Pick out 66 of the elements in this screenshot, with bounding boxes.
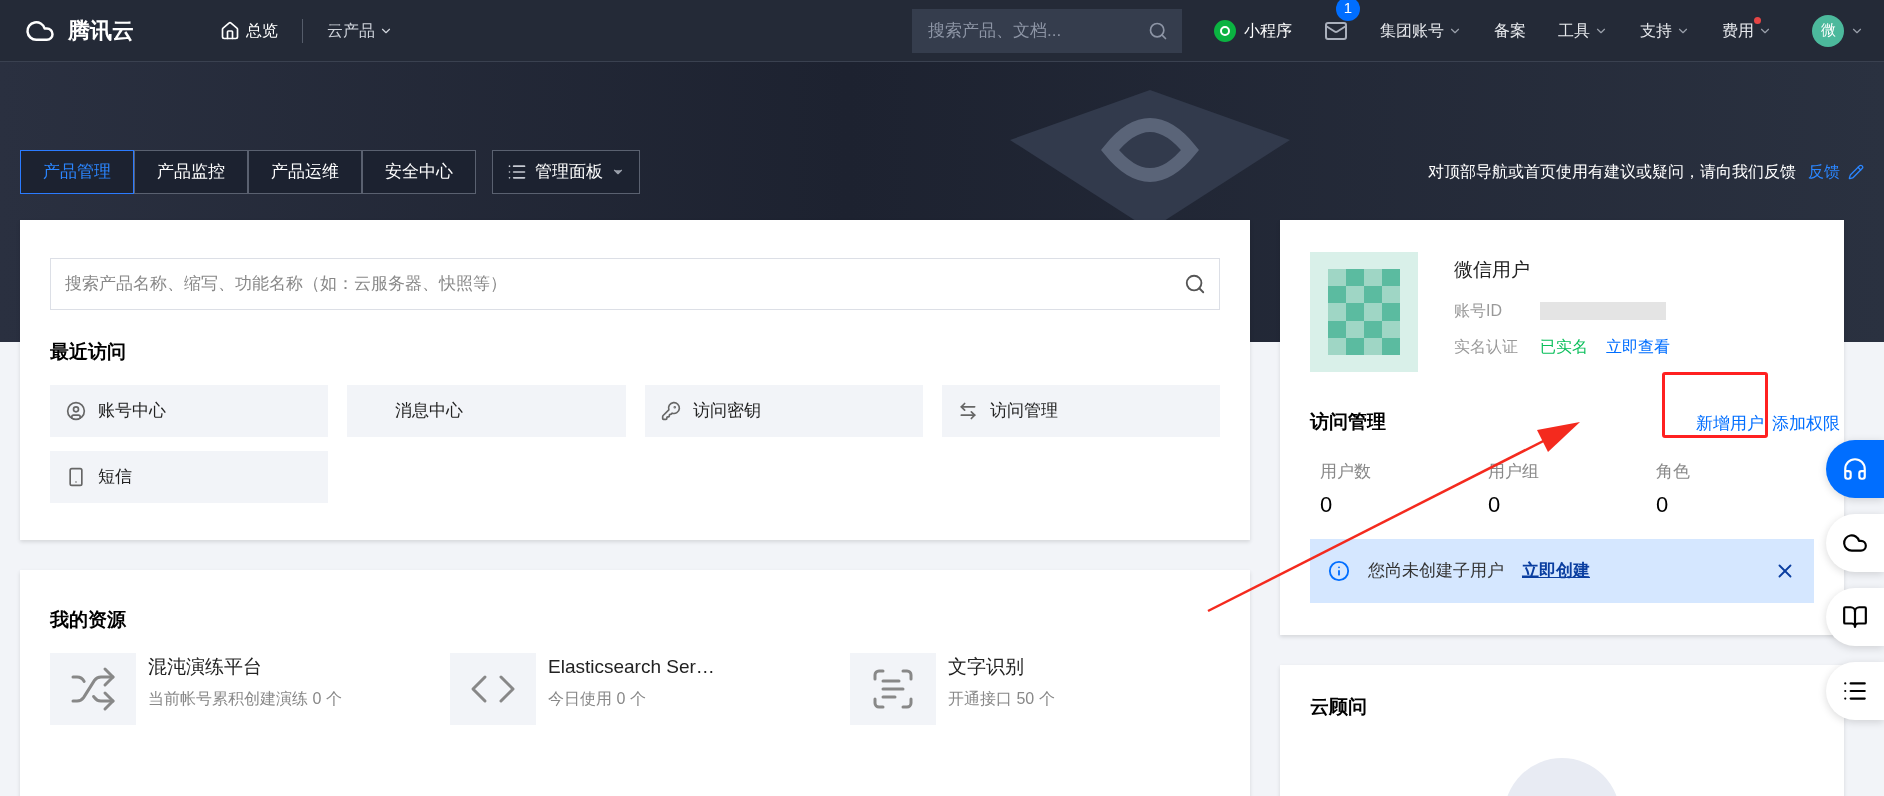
- nav-menu-item[interactable]: 集团账号: [1380, 18, 1462, 43]
- tab[interactable]: 安全中心: [362, 150, 476, 194]
- feedback-text: 对顶部导航或首页使用有建议或疑问，请向我们反馈: [1428, 162, 1796, 182]
- key-icon: [660, 400, 681, 421]
- product-search-field[interactable]: 搜索产品名称、缩写、功能名称（如：云服务器、快照等）: [50, 258, 1220, 310]
- recent-item[interactable]: 短信: [50, 450, 329, 503]
- resource-description: 今日使用 0 个: [548, 689, 647, 709]
- search-field[interactable]: 搜索产品、文档...: [912, 8, 1182, 53]
- list-icon: [507, 162, 527, 182]
- recent-item[interactable]: 访问密钥: [644, 384, 923, 437]
- resource-description: 当前帐号累积创建演练 0 个: [148, 689, 343, 709]
- stat-value: 0: [1488, 491, 1502, 519]
- floating-button[interactable]: [1826, 662, 1884, 720]
- tab[interactable]: 产品监控: [134, 150, 248, 194]
- resource-description: 开通接口 50 个: [948, 689, 1056, 709]
- info-icon: [1328, 560, 1350, 582]
- verification-status: 已实名: [1540, 336, 1588, 357]
- nav-menu-item[interactable]: 支持: [1640, 18, 1690, 43]
- section-title: 访问管理: [1310, 410, 1387, 434]
- device-icon: [66, 466, 86, 487]
- stat-value: 0: [1656, 491, 1670, 519]
- home-link[interactable]: 总览: [220, 18, 278, 43]
- action-link[interactable]: 添加权限: [1772, 411, 1840, 437]
- tab[interactable]: 产品运维: [248, 150, 362, 194]
- user-icon: [66, 400, 86, 421]
- resource-icon-tile[interactable]: [850, 652, 936, 725]
- search-icon: [1148, 20, 1168, 41]
- search-icon: [1184, 273, 1206, 295]
- recent-item[interactable]: 访问管理: [941, 384, 1220, 437]
- nav-menu-item[interactable]: 备案: [1494, 18, 1526, 43]
- tab[interactable]: 产品管理: [20, 150, 134, 194]
- section-title: 我的资源: [50, 608, 127, 632]
- action-link[interactable]: 新增用户: [1696, 411, 1764, 437]
- stat-label: 用户数: [1320, 460, 1372, 483]
- notification-badge: 1: [1336, 0, 1360, 21]
- resource-icon-tile[interactable]: [50, 652, 136, 725]
- products-menu[interactable]: 云产品: [327, 18, 393, 43]
- view-link[interactable]: 立即查看: [1606, 334, 1670, 359]
- miniapp-link[interactable]: 小程序: [1214, 18, 1292, 43]
- headset-icon: [1842, 456, 1868, 482]
- pencil-icon: [1848, 164, 1864, 180]
- resource-name[interactable]: Elasticsearch Ser…: [548, 652, 768, 681]
- nav-menu-item[interactable]: 工具: [1558, 18, 1608, 43]
- panel-dropdown-button[interactable]: 管理面板: [492, 150, 640, 194]
- logo-text: 腾讯云: [68, 17, 134, 45]
- resource-icon-tile[interactable]: [450, 652, 536, 725]
- home-icon: [220, 20, 240, 41]
- floating-button[interactable]: [1826, 514, 1884, 572]
- user-name: 微信用户: [1454, 258, 1531, 282]
- book-icon: [1842, 604, 1868, 630]
- recent-item[interactable]: 账号中心: [50, 384, 329, 437]
- recent-item[interactable]: 消息中心: [347, 384, 626, 437]
- stat-label: 角色: [1656, 460, 1691, 483]
- field-label: 账号ID: [1454, 300, 1503, 321]
- floating-button[interactable]: [1826, 588, 1884, 646]
- feedback-link[interactable]: 反馈: [1808, 160, 1864, 184]
- nav-menu-item[interactable]: 费用: [1722, 18, 1772, 43]
- resource-name[interactable]: 文字识别: [948, 652, 1168, 681]
- resource-name[interactable]: 混沌演练平台: [148, 652, 368, 681]
- section-title: 最近访问: [50, 340, 127, 364]
- field-label: 实名认证: [1454, 336, 1518, 357]
- stat-value: 0: [1320, 491, 1334, 519]
- miniapp-icon: [1214, 19, 1236, 42]
- alert-text: 您尚未创建子用户: [1368, 560, 1504, 583]
- section-title: 云顾问: [1310, 695, 1368, 719]
- create-link[interactable]: 立即创建: [1522, 558, 1590, 584]
